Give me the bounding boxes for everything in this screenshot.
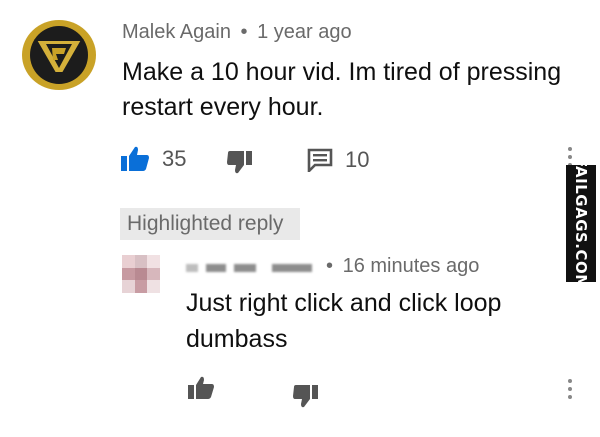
meta-separator: •: [240, 21, 248, 43]
reply-dislike-button[interactable]: [292, 384, 320, 408]
channel-logo: [25, 21, 93, 89]
comment-meta: Malek Again • 1 year ago: [122, 21, 352, 44]
reply-text: Just right click and click loop dumbass: [186, 289, 502, 353]
like-button[interactable]: 35: [120, 146, 186, 172]
watermark: FAILGAGS.COM: [566, 157, 596, 290]
reply-count: 10: [345, 147, 370, 172]
meta-separator: •: [326, 255, 334, 277]
reply-button[interactable]: 10: [307, 147, 369, 173]
reply-meta: • 16 minutes ago: [326, 255, 479, 278]
thumbs-up-icon: [121, 146, 149, 171]
author-name-redacted: [180, 259, 328, 277]
more-vert-icon[interactable]: [567, 379, 573, 403]
highlighted-reply-badge: Highlighted reply: [120, 208, 300, 240]
comment-icon: [307, 148, 333, 172]
comment-time[interactable]: 1 year ago: [257, 21, 352, 43]
thumbs-down-icon: [227, 151, 252, 174]
avatar[interactable]: [122, 255, 160, 293]
watermark-text: FAILGAGS.COM: [572, 157, 590, 290]
thumbs-down-icon: [293, 385, 318, 408]
author-name[interactable]: Malek Again: [122, 21, 231, 43]
comment-text: Make a 10 hour vid. Im tired of pressing…: [122, 58, 562, 121]
dislike-button[interactable]: [226, 150, 254, 174]
reply-like-button[interactable]: [187, 376, 215, 400]
reply-time[interactable]: 16 minutes ago: [343, 255, 480, 277]
like-count: 35: [162, 146, 187, 171]
avatar[interactable]: [22, 20, 96, 90]
thumbs-up-icon: [188, 376, 214, 399]
